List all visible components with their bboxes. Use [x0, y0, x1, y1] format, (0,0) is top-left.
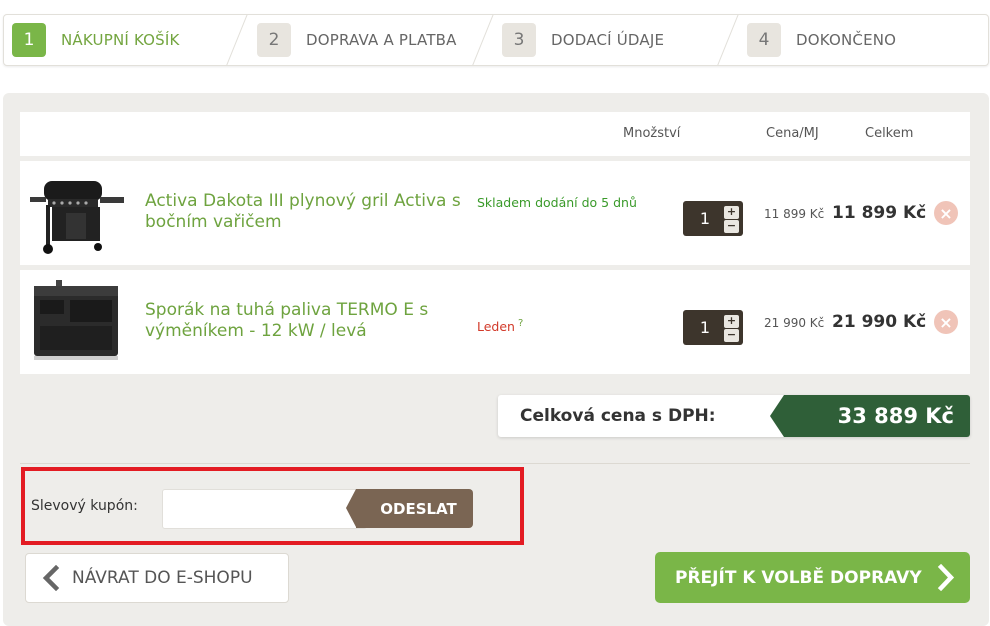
step-divider [470, 15, 495, 65]
step-number: 2 [257, 23, 291, 57]
quantity-input[interactable] [687, 205, 723, 232]
step-shipping-payment[interactable]: 2 DOPRAVA A PLATBA [257, 15, 457, 65]
back-to-shop-button[interactable]: NÁVRAT DO E-SHOPU [25, 553, 289, 603]
total-price-value: 33 889 Kč [770, 395, 970, 437]
coupon-input[interactable] [162, 489, 367, 529]
coupon-submit-button[interactable]: ODESLAT [346, 489, 473, 528]
step-number: 4 [747, 23, 781, 57]
remove-item-icon[interactable]: × [934, 201, 958, 225]
product-image-grill[interactable] [26, 169, 126, 257]
item-total: 21 990 Kč [832, 312, 927, 332]
header-total: Celkem [865, 126, 914, 141]
product-image-stove[interactable] [26, 278, 126, 366]
quantity-stepper[interactable]: + − [683, 201, 743, 236]
back-button-label: NÁVRAT DO E-SHOPU [72, 568, 253, 588]
header-unit-price: Cena/MJ [766, 126, 819, 141]
step-label: NÁKUPNÍ KOŠÍK [61, 31, 180, 49]
coupon-label: Slevový kupón: [31, 498, 138, 514]
product-name-link[interactable]: Sporák na tuhá paliva TERMO E s výměníke… [145, 300, 465, 342]
remove-item-icon[interactable]: × [934, 310, 958, 334]
quantity-decrease-button[interactable]: − [724, 220, 739, 233]
availability-text: Skladem dodání do 5 dnů [477, 195, 637, 210]
divider [20, 463, 970, 464]
unit-price: 11 899 Kč [764, 207, 825, 221]
continue-button-label: PŘEJÍT K VOLBĚ DOPRAVY [675, 567, 922, 588]
step-label: DOKONČENO [796, 31, 897, 49]
step-number: 1 [12, 23, 46, 57]
cart-item-row: Activa Dakota III plynový gril Activa s … [20, 161, 970, 265]
quantity-input[interactable] [687, 314, 723, 341]
step-label: DODACÍ ÚDAJE [551, 31, 665, 49]
continue-to-shipping-button[interactable]: PŘEJÍT K VOLBĚ DOPRAVY [655, 552, 970, 603]
cart-item-row: Sporák na tuhá paliva TERMO E s výměníke… [20, 270, 970, 374]
step-finished[interactable]: 4 DOKONČENO [747, 15, 896, 65]
chevron-left-icon [42, 565, 60, 591]
total-price-box: Celková cena s DPH: 33 889 Kč [498, 395, 970, 437]
header-quantity: Množství [623, 126, 681, 141]
availability-help-icon[interactable]: ? [518, 318, 523, 329]
quantity-increase-button[interactable]: + [724, 206, 739, 219]
availability-text: Leden? [477, 314, 523, 336]
chevron-right-icon [937, 564, 955, 591]
item-total: 11 899 Kč [832, 203, 927, 223]
step-delivery-details[interactable]: 3 DODACÍ ÚDAJE [502, 15, 664, 65]
step-cart: 1 NÁKUPNÍ KOŠÍK [12, 15, 180, 65]
availability-label: Leden [477, 319, 515, 335]
product-name-link[interactable]: Activa Dakota III plynový gril Activa s … [145, 191, 465, 233]
unit-price: 21 990 Kč [764, 316, 825, 330]
step-label: DOPRAVA A PLATBA [306, 31, 457, 49]
cart-header-row: Množství Cena/MJ Celkem [20, 112, 970, 156]
checkout-steps: 1 NÁKUPNÍ KOŠÍK 2 DOPRAVA A PLATBA 3 DOD… [3, 14, 989, 66]
step-divider [224, 15, 249, 65]
quantity-increase-button[interactable]: + [724, 315, 739, 328]
quantity-decrease-button[interactable]: − [724, 329, 739, 342]
step-number: 3 [502, 23, 536, 57]
quantity-stepper[interactable]: + − [683, 310, 743, 345]
step-divider [715, 15, 740, 65]
total-price-label: Celková cena s DPH: [520, 406, 716, 426]
